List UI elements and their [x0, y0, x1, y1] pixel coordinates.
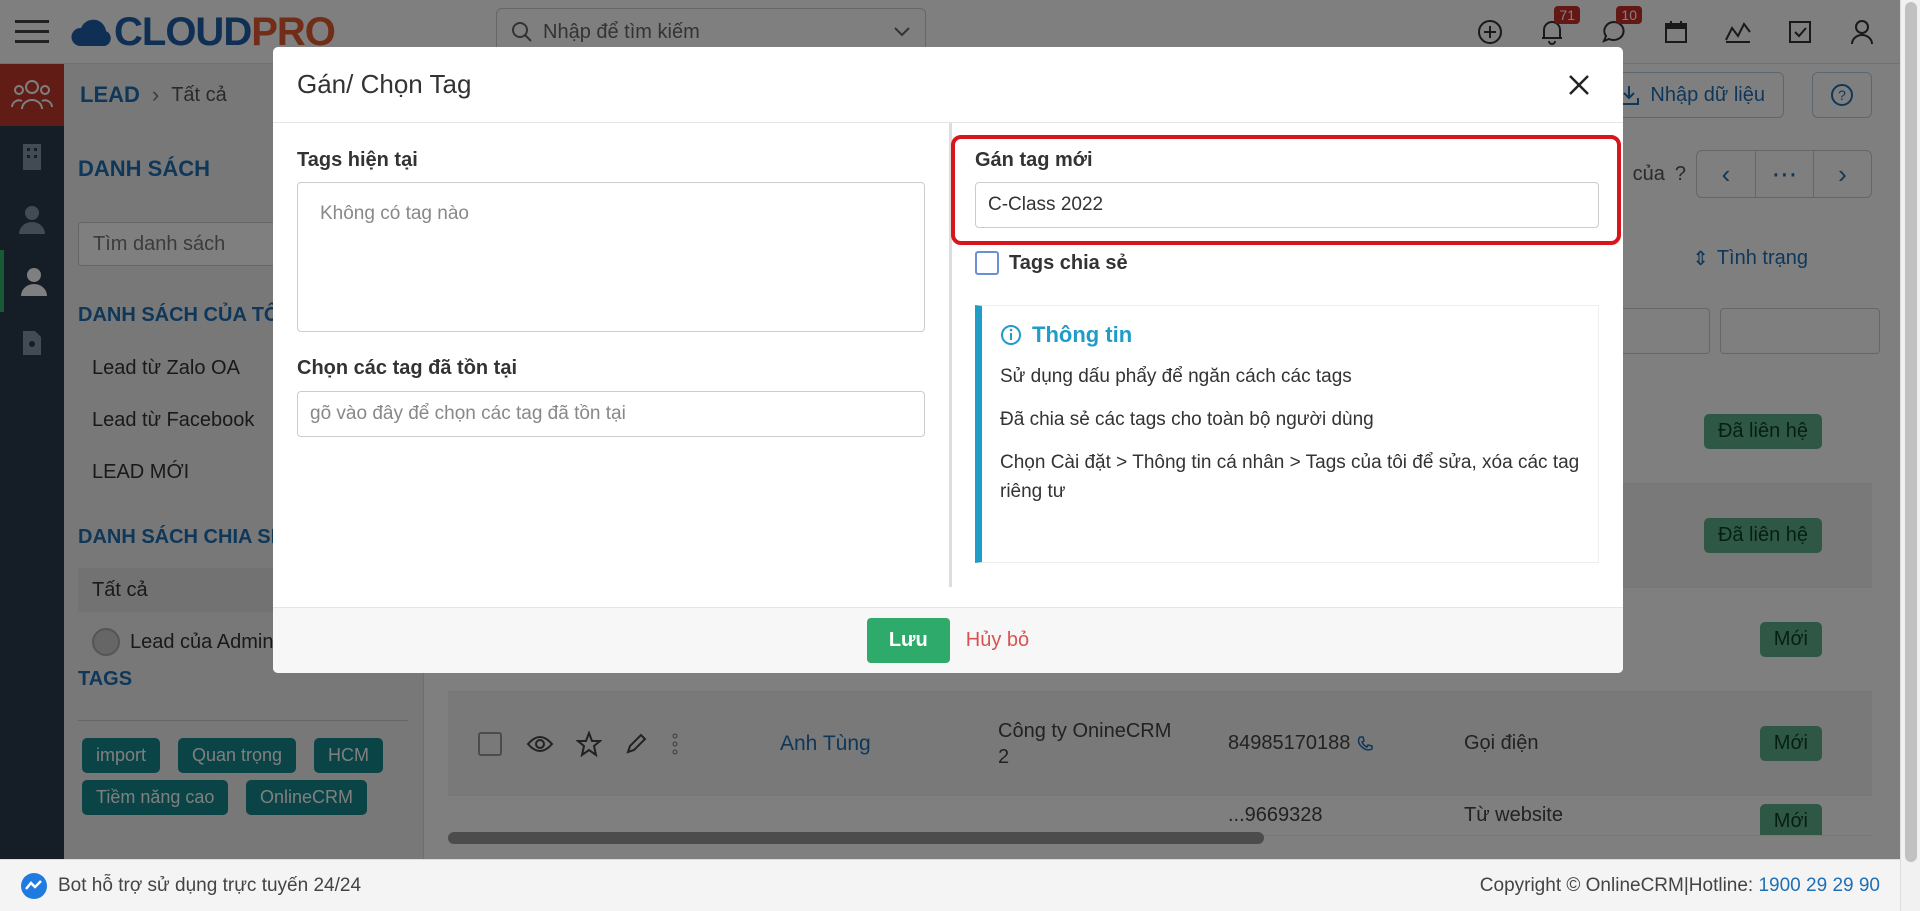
current-tags-box: Không có tag nào — [297, 182, 925, 332]
info-line: Đã chia sẻ các tags cho toàn bộ người dù… — [1000, 409, 1374, 430]
vertical-scrollbar[interactable] — [1900, 0, 1920, 911]
hotline-link[interactable]: 1900 29 29 90 — [1758, 875, 1880, 896]
copyright-text: Copyright © OnlineCRM|Hotline: — [1479, 874, 1759, 896]
footer: Bot hỗ trợ sử dụng trực tuyến 24/24 Copy… — [0, 859, 1900, 911]
new-tag-label: Gán tag mới — [975, 149, 1093, 171]
info-panel: Thông tin Sử dụng dấu phẩy để ngăn cách … — [975, 305, 1599, 563]
close-icon — [1569, 74, 1589, 95]
existing-tags-label: Chọn các tag đã tồn tại — [297, 357, 518, 379]
info-icon — [1001, 325, 1021, 345]
close-button[interactable] — [1559, 65, 1599, 105]
info-title: Thông tin — [1032, 322, 1133, 347]
existing-tags-input[interactable]: gõ vào đây để chọn các tag đã tồn tại — [297, 391, 925, 437]
bot-support-text[interactable]: Bot hỗ trợ sử dụng trực tuyến 24/24 — [58, 875, 361, 897]
share-tags-checkbox[interactable] — [975, 251, 999, 275]
info-line: Chọn Cài đặt > Thông tin cá nhân > Tags … — [1000, 452, 1580, 502]
modal-title: Gán/ Chọn Tag — [297, 69, 472, 99]
share-tags-label: Tags chia sẻ — [1009, 251, 1128, 274]
share-tags-option[interactable]: Tags chia sẻ — [975, 251, 1128, 275]
save-button[interactable]: Lưu — [866, 618, 950, 663]
assign-tag-modal: Gán/ Chọn Tag Tags hiện tại Không có tag… — [273, 47, 1623, 673]
info-line: Sử dụng dấu phẩy để ngăn cách các tags — [1000, 366, 1352, 387]
messenger-icon[interactable] — [20, 872, 48, 900]
cancel-button[interactable]: Hủy bỏ — [966, 629, 1029, 652]
new-tag-input[interactable]: C-Class 2022 — [975, 182, 1599, 228]
current-tags-label: Tags hiện tại — [297, 149, 418, 171]
scrollbar-thumb[interactable] — [1905, 2, 1917, 862]
